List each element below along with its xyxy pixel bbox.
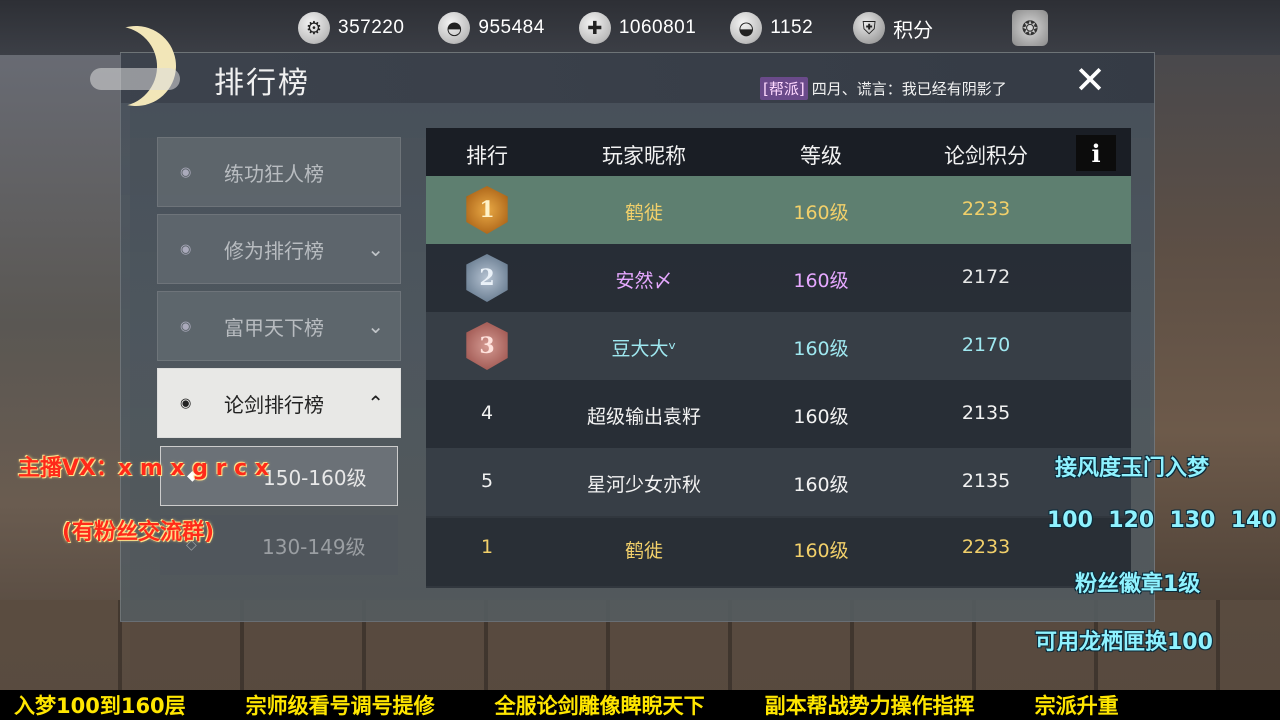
table-row[interactable]: 1 鹤徙 160级 2233	[426, 176, 1131, 244]
silver-medal-icon: 2	[466, 254, 508, 302]
points-label: 积分	[893, 17, 934, 42]
submenu-item-label: 150-160级	[263, 465, 367, 490]
player-level: 160级	[793, 406, 849, 428]
emblem-icon[interactable]: ❂	[1012, 10, 1048, 46]
table-row[interactable]: 5 星河少女亦秋 160级 2135	[426, 448, 1131, 516]
player-name: 星河少女亦秋	[586, 474, 701, 496]
menu-item-label: 论剑排行榜	[224, 392, 324, 417]
resource-value: 1060801	[618, 17, 697, 38]
bronze-medal-icon: 3	[466, 322, 508, 370]
table-header: 排行 玩家昵称 等级 论剑积分 i	[426, 128, 1131, 176]
points-button[interactable]: ⛨ 积分	[853, 12, 933, 44]
table-row[interactable]: 2 安然〆 160级 2172	[426, 244, 1131, 312]
header-level: 等级	[800, 144, 842, 168]
player-name: 豆大大ᵛ	[611, 338, 677, 360]
shield-points-icon: ⛨	[853, 12, 886, 44]
player-level: 160级	[793, 270, 849, 292]
player-level: 160级	[793, 338, 849, 360]
chevron-down-icon: ⌄	[367, 237, 384, 261]
close-button[interactable]: ✕	[1062, 52, 1118, 108]
resource-value: 357220	[338, 17, 405, 38]
header-score: 论剑积分	[944, 144, 1028, 168]
resource-gold[interactable]: ◒ 1152	[730, 12, 813, 44]
ticker-item: 宗派升重	[1034, 694, 1119, 718]
menu-item-training[interactable]: ◉ 练功狂人榜	[157, 137, 401, 207]
chevron-up-icon: ⌃	[367, 391, 384, 415]
resource-value: 1152	[770, 17, 814, 38]
resource-value: 955484	[478, 17, 545, 38]
player-name: 超级输出袁籽	[586, 406, 701, 428]
silver-ingot-icon: ◓	[438, 12, 471, 44]
promo-line-4: 可用龙栖匣换100	[1035, 630, 1213, 655]
resource-coin[interactable]: ⚙ 357220	[298, 12, 404, 44]
ranking-table: 排行 玩家昵称 等级 论剑积分 i 1 鹤徙 160级 2233 2 安然〆 1…	[426, 128, 1131, 588]
gold-ingot-icon: ◒	[730, 12, 763, 44]
gold-medal-icon: 1	[466, 186, 508, 234]
resource-bound-silver[interactable]: ✚ 1060801	[578, 12, 697, 44]
player-level: 160级	[793, 202, 849, 224]
menu-item-wealth[interactable]: ◉ 富甲天下榜 ⌄	[157, 291, 401, 361]
chevron-down-icon: ⌄	[367, 314, 384, 338]
player-name: 安然〆	[615, 270, 673, 292]
ticker-item: 全服论剑雕像睥睨天下	[494, 694, 705, 718]
menu-item-cultivation[interactable]: ◉ 修为排行榜 ⌄	[157, 214, 401, 284]
gear-coin-icon: ⚙	[298, 12, 330, 44]
table-row[interactable]: 3 豆大大ᵛ 160级 2170	[426, 312, 1131, 380]
ticker-item: 副本帮战势力操作指挥	[764, 694, 975, 718]
menu-item-label: 修为排行榜	[224, 238, 324, 263]
player-level: 160级	[793, 474, 849, 496]
guild-chat-message[interactable]: [帮派] 四月、谎言：我已经有阴影了	[760, 77, 1007, 100]
player-name: 鹤徙	[624, 202, 663, 224]
scrolling-ticker: 入梦100到160层 宗师级看号调号提修 全服论剑雕像睥睨天下 副本帮战势力操作…	[0, 690, 1280, 720]
eye-icon: ◉	[180, 164, 192, 180]
player-score: 2170	[961, 334, 1011, 356]
promo-line-3: 粉丝徽章1级	[1075, 572, 1201, 597]
guild-chat-tag: [帮派]	[760, 77, 808, 100]
ticker-item: 宗师级看号调号提修	[245, 694, 435, 718]
my-name: 鹤徙	[624, 540, 663, 562]
header-name: 玩家昵称	[602, 144, 686, 168]
menu-item-label: 富甲天下榜	[224, 315, 324, 340]
page-title: 排行榜	[214, 66, 310, 101]
promo-line-2: 100 120 130 140	[1047, 508, 1277, 533]
player-rank: 5	[480, 470, 494, 492]
eye-icon: ◉	[180, 318, 192, 334]
menu-item-label: 练功狂人榜	[224, 161, 324, 186]
info-button[interactable]: i	[1076, 135, 1116, 171]
eye-icon: ◉	[180, 395, 192, 411]
resource-list: ⚙ 357220 ◓ 955484 ✚ 1060801 ◒ 1152 ⛨ 积分	[298, 8, 933, 48]
streamer-contact-overlay: 主播VX：x m x g r c x	[18, 456, 270, 481]
my-rank: 1	[480, 536, 494, 558]
ticker-item: 入梦100到160层	[14, 694, 186, 718]
cloud-decoration	[90, 68, 180, 90]
my-score: 2233	[961, 536, 1011, 558]
resource-silver[interactable]: ◓ 955484	[438, 12, 544, 44]
player-rank: 4	[480, 402, 494, 424]
bound-silver-icon: ✚	[578, 12, 611, 44]
table-row[interactable]: 4 超级输出袁籽 160级 2135	[426, 380, 1131, 448]
fans-group-overlay: (有粉丝交流群)	[62, 520, 215, 545]
player-score: 2135	[961, 402, 1011, 424]
player-score: 2172	[961, 266, 1011, 288]
guild-chat-text: 四月、谎言：我已经有阴影了	[811, 80, 1007, 98]
my-rank-row[interactable]: 1 鹤徙 160级 2233	[426, 518, 1131, 586]
submenu-item-label: 130-149级	[262, 534, 366, 559]
header-rank: 排行	[466, 144, 508, 168]
promo-line-1: 接风度玉门入梦	[1055, 456, 1210, 481]
menu-item-sword-debate[interactable]: ◉ 论剑排行榜 ⌃	[157, 368, 401, 438]
player-score: 2135	[961, 470, 1011, 492]
my-level: 160级	[793, 540, 849, 562]
player-score: 2233	[961, 198, 1011, 220]
eye-icon: ◉	[180, 241, 192, 257]
